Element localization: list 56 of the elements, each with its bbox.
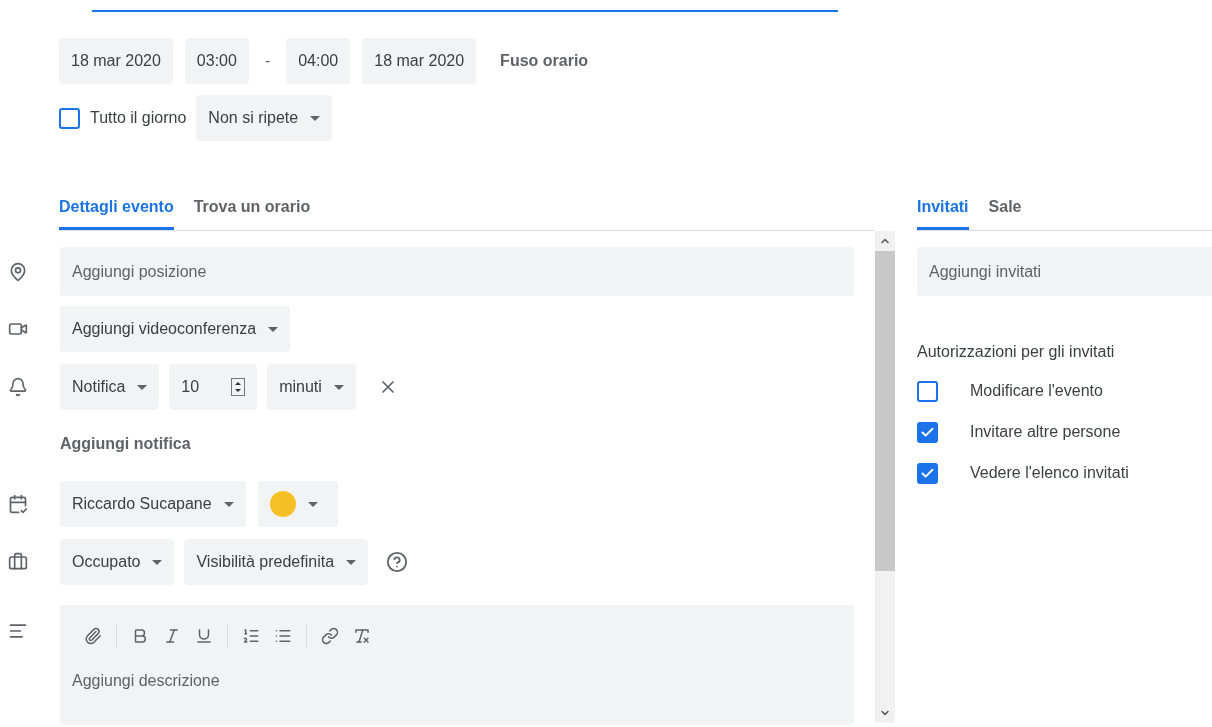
link-icon[interactable] bbox=[321, 627, 339, 645]
checkbox[interactable] bbox=[917, 462, 938, 484]
dropdown-caret-icon bbox=[137, 384, 148, 390]
dropdown-caret-icon bbox=[152, 559, 163, 565]
dropdown-caret-icon bbox=[310, 115, 321, 121]
checkbox-label: Invitare altre persone bbox=[970, 422, 1121, 442]
text-lines-icon bbox=[8, 621, 28, 641]
end-time-field[interactable]: 04:00 bbox=[286, 38, 351, 84]
availability-dropdown[interactable]: Occupato bbox=[60, 539, 175, 585]
description-placeholder: Aggiungi descrizione bbox=[72, 671, 220, 691]
notification-unit-dropdown[interactable]: minuti bbox=[267, 364, 356, 410]
dropdown-caret-icon bbox=[333, 384, 344, 390]
bell-icon bbox=[8, 377, 28, 397]
remove-formatting-icon[interactable] bbox=[353, 627, 371, 645]
tab[interactable]: Dettagli evento bbox=[59, 186, 174, 230]
checkbox[interactable] bbox=[917, 380, 938, 402]
paperclip-icon[interactable] bbox=[84, 627, 102, 645]
checkbox-label: Tutto il giorno bbox=[90, 108, 187, 128]
italic-icon[interactable] bbox=[163, 627, 181, 645]
start-time-field[interactable]: 03:00 bbox=[184, 38, 249, 84]
permissions-title: Autorizzazioni per gli invitati bbox=[917, 342, 1115, 362]
briefcase-icon bbox=[8, 552, 28, 572]
visibility-dropdown[interactable]: Visibilità predefinita bbox=[184, 539, 369, 585]
repeat-dropdown[interactable]: Non si ripete bbox=[196, 95, 333, 141]
dropdown-caret-icon bbox=[223, 501, 234, 507]
notification-amount-field[interactable]: 10 bbox=[169, 364, 258, 410]
start-date-field[interactable]: 18 mar 2020 bbox=[59, 38, 173, 84]
guests-field[interactable]: Aggiungi invitati bbox=[917, 247, 1212, 296]
dropdown-caret-icon bbox=[346, 559, 357, 565]
checkbox[interactable] bbox=[917, 421, 938, 443]
videoconference-dropdown[interactable]: Aggiungi videoconferenza bbox=[60, 306, 291, 352]
location-pin-icon bbox=[8, 261, 28, 282]
bulleted-list-icon[interactable] bbox=[274, 627, 292, 645]
checkbox-label: Vedere l'elenco invitati bbox=[970, 463, 1129, 483]
tab[interactable]: Trova un orario bbox=[193, 186, 311, 230]
spinner-arrows-icon bbox=[231, 378, 246, 396]
underline-icon[interactable] bbox=[195, 627, 213, 645]
color-dropdown[interactable] bbox=[257, 481, 338, 527]
calendar-icon bbox=[8, 494, 28, 514]
notification-type-dropdown[interactable]: Notifica bbox=[60, 364, 160, 410]
scrollbar[interactable] bbox=[875, 231, 895, 723]
help-icon[interactable] bbox=[386, 551, 409, 573]
timezone-link[interactable]: Fuso orario bbox=[488, 49, 601, 73]
checkbox[interactable] bbox=[59, 107, 80, 129]
end-date-field[interactable]: 18 mar 2020 bbox=[362, 38, 477, 84]
tab[interactable]: Sale bbox=[988, 186, 1022, 230]
time-separator: - bbox=[263, 51, 272, 71]
tab[interactable]: Invitati bbox=[917, 186, 969, 230]
dropdown-caret-icon bbox=[268, 326, 279, 332]
calendar-dropdown[interactable]: Riccardo Sucapane bbox=[60, 481, 246, 527]
description-editor[interactable]: Aggiungi descrizione bbox=[60, 605, 854, 725]
dropdown-caret-icon bbox=[307, 501, 318, 507]
location-field[interactable]: Aggiungi posizione bbox=[60, 247, 854, 296]
checkbox-label: Modificare l'evento bbox=[970, 381, 1103, 401]
numbered-list-icon[interactable] bbox=[242, 627, 260, 645]
add-notification-link[interactable]: Aggiungi notifica bbox=[60, 432, 191, 456]
